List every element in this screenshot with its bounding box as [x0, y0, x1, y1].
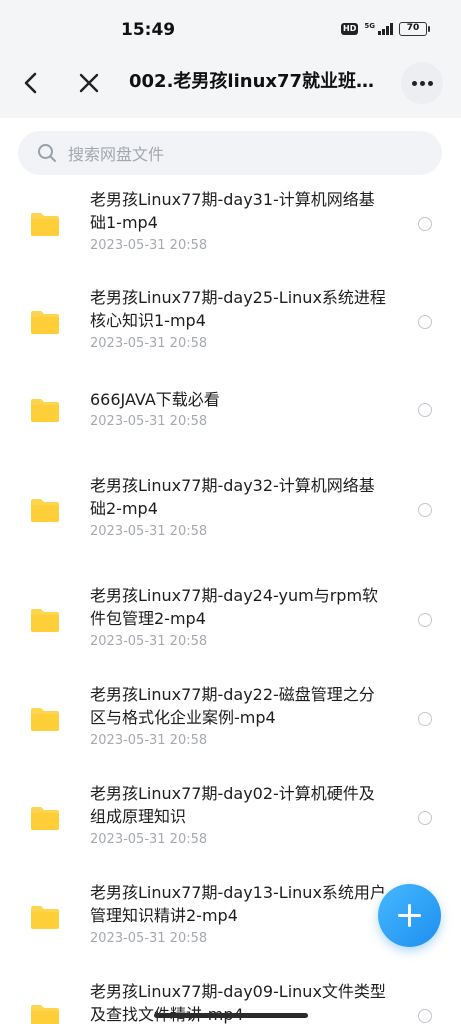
more-dot — [427, 80, 433, 86]
folder-icon — [31, 399, 59, 422]
search-placeholder: 搜索网盘文件 — [68, 145, 165, 164]
file-date: 2023-05-31 20:58 — [90, 238, 208, 253]
select-radio[interactable] — [418, 613, 432, 627]
close-icon[interactable] — [76, 70, 102, 96]
folder-icon — [31, 609, 59, 632]
file-name: 老男孩Linux77期-day22-磁盘管理之分区与格式化企业案例-mp4 — [90, 685, 375, 727]
file-date: 2023-05-31 20:58 — [90, 931, 208, 946]
list-item[interactable]: 老男孩Linux77期-day32-计算机网络基础2-mp4 2023-05-31… — [0, 464, 461, 574]
folder-icon — [31, 1005, 59, 1024]
select-radio[interactable] — [418, 403, 432, 417]
file-name: 老男孩Linux77期-day24-yum与rpm软件包管理2-mp4 — [90, 586, 379, 628]
file-date: 2023-05-31 20:58 — [90, 634, 208, 649]
select-radio[interactable] — [418, 217, 432, 231]
folder-icon — [31, 807, 59, 830]
file-name: 老男孩Linux77期-day25-Linux系统进程核心知识1-mp4 — [90, 288, 386, 330]
file-date: 2023-05-31 20:58 — [90, 336, 208, 351]
file-date: 2023-05-31 20:58 — [90, 832, 208, 847]
list-item[interactable]: 老男孩Linux77期-day24-yum与rpm软件包管理2-mp4 2023-… — [0, 574, 461, 673]
file-name: 老男孩Linux77期-day13-Linux系统用户管理知识精讲2-mp4 — [90, 883, 386, 925]
select-radio[interactable] — [418, 315, 432, 329]
folder-icon — [31, 311, 59, 334]
battery-icon: 70 — [399, 22, 430, 36]
select-radio[interactable] — [418, 811, 432, 825]
folder-icon — [31, 906, 59, 929]
folder-icon — [31, 213, 59, 236]
file-name: 666JAVA下载必看 — [90, 390, 220, 409]
file-date: 2023-05-31 20:58 — [90, 524, 208, 539]
folder-icon — [31, 708, 59, 731]
search-icon — [38, 144, 56, 162]
page-title: 002.老男孩linux77就业班基础… — [129, 71, 387, 92]
signal-icon — [378, 23, 393, 35]
file-name: 老男孩Linux77期-day02-计算机硬件及组成原理知识 — [90, 784, 375, 826]
search-input[interactable]: 搜索网盘文件 — [18, 131, 442, 175]
screen: 15:49 HD 5G 70 002.老男孩linux77就业班基础… 搜索网盘… — [0, 0, 461, 1024]
select-radio[interactable] — [418, 1009, 432, 1023]
status-time: 15:49 — [121, 20, 176, 40]
add-button[interactable] — [378, 884, 441, 947]
more-dot — [411, 80, 417, 86]
list-item[interactable]: 老男孩Linux77期-day25-Linux系统进程核心知识1-mp4 2023… — [0, 276, 461, 376]
home-indicator[interactable] — [154, 1013, 308, 1018]
chevron-left-icon[interactable] — [18, 70, 44, 96]
list-item[interactable]: 老男孩Linux77期-day02-计算机硬件及组成原理知识 2023-05-31… — [0, 772, 461, 871]
network-type: 5G — [364, 22, 375, 30]
file-date: 2023-05-31 20:58 — [90, 733, 208, 748]
file-date: 2023-05-31 20:58 — [90, 414, 208, 429]
hd-badge: HD — [341, 23, 359, 35]
file-name: 老男孩Linux77期-day31-计算机网络基础1-mp4 — [90, 190, 375, 232]
list-item[interactable]: 老男孩Linux77期-day31-计算机网络基础1-mp4 2023-05-31… — [0, 178, 461, 276]
more-button[interactable] — [401, 62, 443, 104]
list-item[interactable]: 老男孩Linux77期-day22-磁盘管理之分区与格式化企业案例-mp4 202… — [0, 673, 461, 772]
status-indicators: HD 5G 70 — [341, 22, 430, 36]
file-name: 老男孩Linux77期-day32-计算机网络基础2-mp4 — [90, 476, 375, 518]
navigation-bar: 002.老男孩linux77就业班基础… — [0, 48, 461, 118]
list-item[interactable]: 666JAVA下载必看 2023-05-31 20:58 — [0, 376, 461, 464]
select-radio[interactable] — [418, 712, 432, 726]
status-bar: 15:49 HD 5G 70 — [0, 0, 461, 48]
select-radio[interactable] — [418, 503, 432, 517]
folder-icon — [31, 499, 59, 522]
more-dot — [419, 80, 425, 86]
